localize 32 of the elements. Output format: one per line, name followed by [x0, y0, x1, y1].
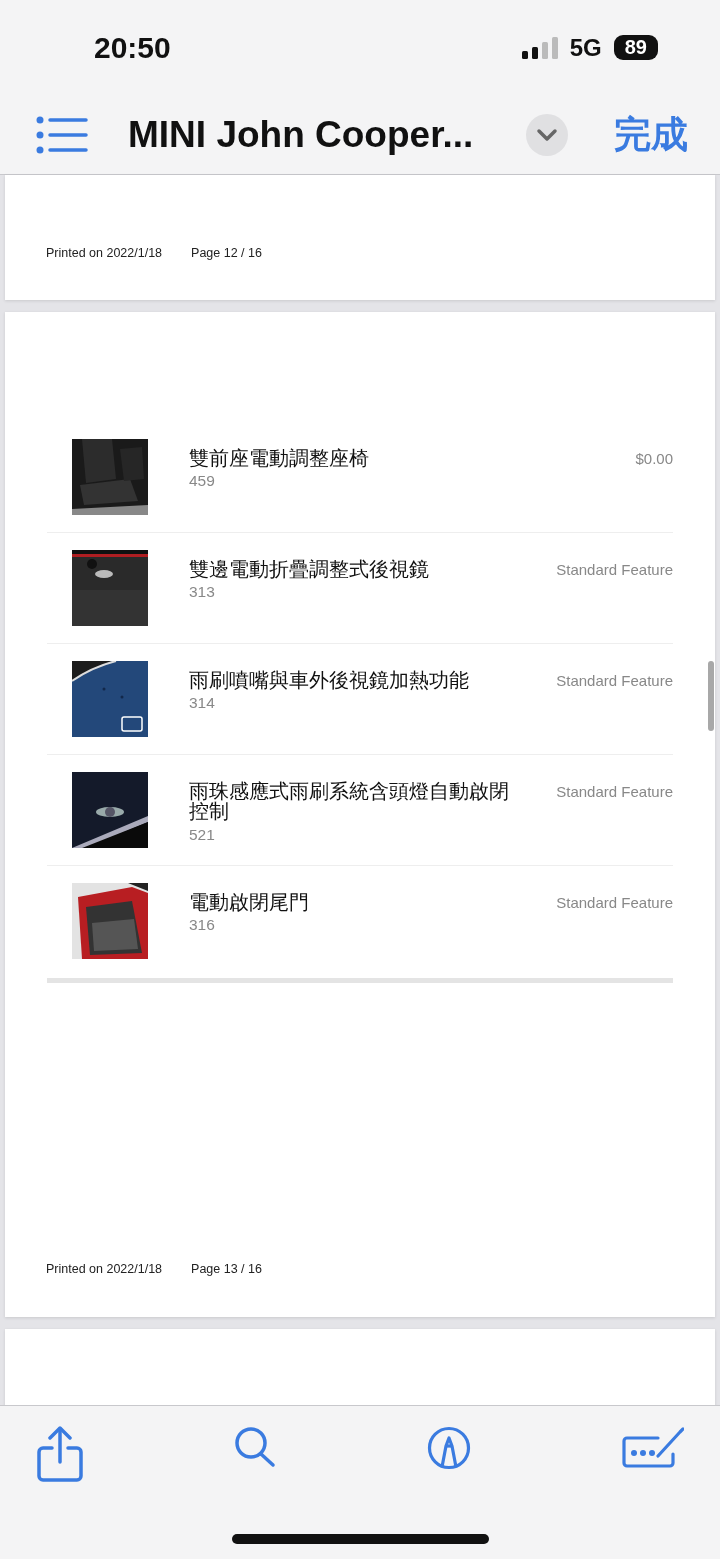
option-price: Standard Feature	[556, 560, 673, 578]
option-code: 521	[189, 825, 216, 844]
document-title: MINI John Cooper...	[128, 113, 475, 156]
signal-icon	[521, 36, 558, 59]
option-price: Standard Feature	[556, 782, 673, 800]
signature-icon[interactable]	[622, 1426, 684, 1468]
done-button[interactable]: 完成	[614, 109, 688, 160]
option-title: 雙邊電動折疊調整式後視鏡	[189, 560, 430, 581]
page-number: Page 13 / 16	[191, 1262, 262, 1276]
page-number: Page 12 / 16	[191, 246, 262, 260]
option-price: Standard Feature	[556, 671, 673, 689]
option-title: 雙前座電動調整座椅	[189, 449, 370, 470]
markup-icon[interactable]	[427, 1426, 471, 1470]
option-code: 316	[189, 916, 216, 935]
option-price: Standard Feature	[556, 893, 673, 911]
print-date: Printed on 2022/1/18	[46, 246, 163, 260]
network-label: 5G	[569, 33, 602, 62]
option-title: 雨刷噴嘴與車外後視鏡加熱功能	[189, 671, 470, 692]
print-date: Printed on 2022/1/18	[46, 1262, 163, 1276]
option-code: 313	[189, 583, 216, 602]
option-code: 459	[189, 472, 216, 491]
option-title: 電動啟閉尾門	[189, 893, 310, 914]
search-icon[interactable]	[234, 1426, 276, 1468]
share-icon[interactable]	[37, 1426, 83, 1482]
option-price: $0.00	[635, 449, 673, 467]
option-code: 314	[189, 694, 216, 713]
status-time: 20:50	[94, 30, 171, 65]
battery-indicator: 89	[613, 35, 658, 60]
list-icon[interactable]	[36, 115, 88, 154]
scroll-indicator	[708, 661, 714, 731]
chevron-down-icon[interactable]	[526, 113, 568, 156]
option-title: 雨珠感應式雨刷系統含頭燈自動啟閉控制	[189, 782, 510, 823]
